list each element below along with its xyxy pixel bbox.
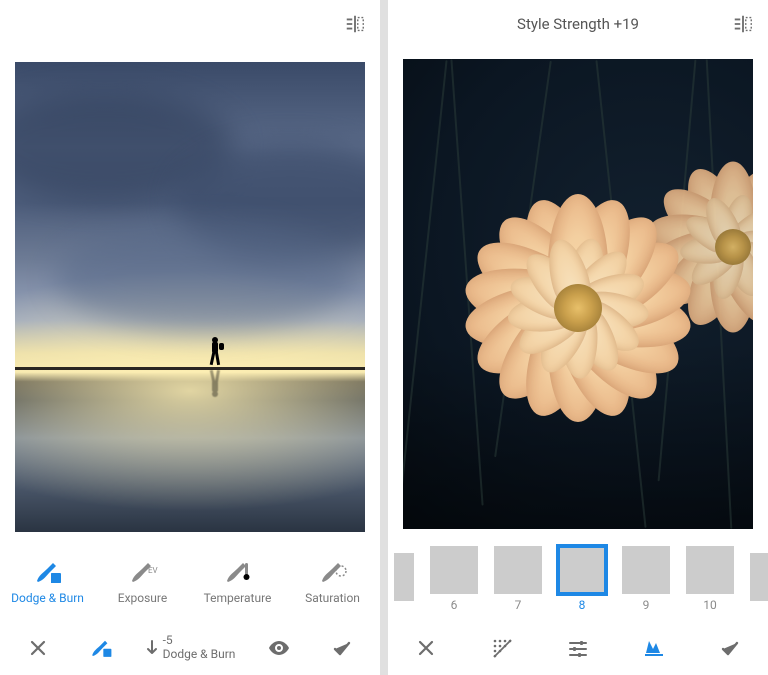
preset-strip[interactable]: 6 7 8 9 10	[388, 539, 768, 619]
tool-label: Saturation	[305, 591, 360, 605]
preset-5-partial[interactable]	[394, 553, 414, 605]
image-canvas-left[interactable]	[0, 48, 380, 545]
active-brush-indicator[interactable]	[81, 628, 121, 668]
preset-8[interactable]: 8	[558, 546, 606, 612]
brush-sat-icon	[318, 559, 348, 585]
compare-icon[interactable]	[344, 13, 366, 35]
styles-button[interactable]	[634, 628, 674, 668]
adjust-label: Dodge & Burn	[163, 648, 236, 661]
tool-dodge-burn[interactable]: Dodge & Burn	[5, 559, 91, 605]
action-row-left: -5 Dodge & Burn	[0, 619, 380, 675]
preset-10[interactable]: 10	[686, 546, 734, 612]
svg-text:EV: EV	[148, 566, 158, 575]
editor-pane-brush: Dodge & Burn EV Exposure Temperature Sat…	[0, 0, 380, 675]
preset-label: 7	[515, 598, 522, 612]
brush-icon	[33, 559, 63, 585]
preset-label: 9	[643, 598, 650, 612]
apply-button[interactable]	[322, 628, 362, 668]
visibility-toggle[interactable]	[259, 628, 299, 668]
flower-main	[458, 188, 698, 428]
tool-label: Temperature	[204, 591, 272, 605]
brush-temp-icon	[223, 559, 253, 585]
tool-saturation[interactable]: Saturation	[290, 559, 376, 605]
photo-flower	[403, 59, 753, 529]
compare-icon[interactable]	[732, 13, 754, 35]
preset-label: 6	[451, 598, 458, 612]
preset-9[interactable]: 9	[622, 546, 670, 612]
texture-button[interactable]	[482, 628, 522, 668]
tool-label: Exposure	[118, 591, 167, 605]
adjust-value-button[interactable]: -5 Dodge & Burn	[145, 634, 236, 660]
cancel-button[interactable]	[18, 628, 58, 668]
preset-label: 8	[579, 598, 586, 612]
action-row-right	[388, 619, 768, 675]
adjust-value: -5	[163, 634, 173, 647]
topbar-right: Style Strength +19	[388, 0, 768, 48]
apply-button[interactable]	[710, 628, 750, 668]
preset-label: 10	[703, 598, 717, 612]
topbar-title-right: Style Strength +19	[388, 15, 768, 33]
brush-tool-row: Dodge & Burn EV Exposure Temperature Sat…	[0, 545, 380, 619]
image-canvas-right[interactable]	[388, 48, 768, 539]
cancel-button[interactable]	[406, 628, 446, 668]
tool-temperature[interactable]: Temperature	[195, 559, 281, 605]
preset-6[interactable]: 6	[430, 546, 478, 612]
sliders-button[interactable]	[558, 628, 598, 668]
preset-11-partial[interactable]	[750, 553, 768, 605]
preset-7[interactable]: 7	[494, 546, 542, 612]
brush-ev-icon: EV	[128, 559, 158, 585]
photo-beach	[15, 62, 365, 532]
tool-exposure[interactable]: EV Exposure	[100, 559, 186, 605]
editor-pane-style: Style Strength +19 6 7	[388, 0, 768, 675]
topbar-left	[0, 0, 380, 48]
tool-label: Dodge & Burn	[11, 591, 84, 605]
silhouette-person	[208, 337, 222, 367]
